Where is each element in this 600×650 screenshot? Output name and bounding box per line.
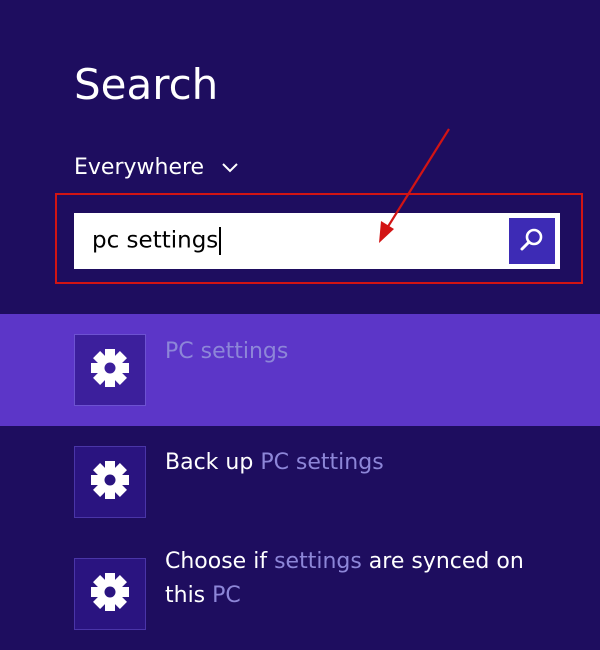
match-highlight-text: settings	[274, 549, 362, 574]
search-input-value: pc settings	[92, 227, 219, 254]
result-label: Back up PC settings	[165, 446, 585, 480]
result-label-text: this	[165, 583, 213, 608]
result-icon-tile	[74, 558, 146, 630]
search-scope-label: Everywhere	[74, 155, 205, 180]
result-icon-tile	[74, 334, 146, 406]
search-result-item[interactable]: Back up PC settings	[0, 426, 600, 538]
match-highlight-text: PC settings	[165, 339, 289, 364]
search-result-item[interactable]: PC settings	[0, 314, 600, 426]
result-label: PC settings	[165, 335, 585, 369]
chevron-down-icon	[222, 163, 238, 173]
result-label-text: Back up	[165, 450, 261, 475]
gear-icon	[88, 346, 132, 394]
magnifier-icon	[519, 226, 545, 256]
result-label: Choose if settings are synced on this PC	[165, 545, 585, 613]
text-caret	[219, 227, 222, 255]
result-label-text: Choose if	[165, 549, 275, 574]
match-highlight-text: PC	[212, 583, 241, 608]
gear-icon	[88, 570, 132, 618]
search-results-list: PC settings Back up PC settings Choose if …	[0, 314, 600, 650]
page-title: Search	[74, 60, 219, 109]
search-input[interactable]: pc settings	[74, 227, 509, 255]
search-scope-dropdown[interactable]: Everywhere	[74, 152, 238, 184]
result-label-text: are synced on	[361, 549, 524, 574]
match-highlight-text: PC settings	[260, 450, 384, 475]
result-icon-tile	[74, 446, 146, 518]
search-field[interactable]: pc settings	[74, 213, 560, 269]
search-result-item[interactable]: Choose if settings are synced on this PC	[0, 538, 600, 650]
search-button[interactable]	[509, 218, 555, 264]
gear-icon	[88, 458, 132, 506]
